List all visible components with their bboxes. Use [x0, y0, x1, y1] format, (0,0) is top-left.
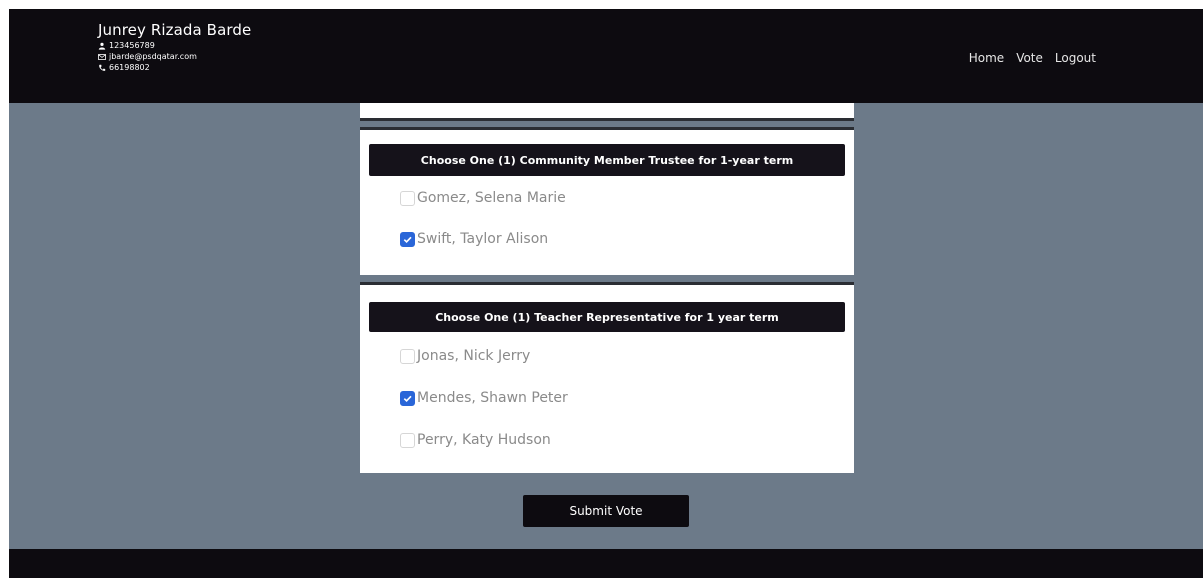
check-icon — [403, 395, 412, 402]
candidate-name: Jonas, Nick Jerry — [417, 348, 531, 364]
candidate-option[interactable]: Swift, Taylor Alison — [400, 229, 854, 249]
candidate-checkbox[interactable] — [400, 190, 415, 206]
nav-vote-link[interactable]: Vote — [1016, 51, 1043, 65]
candidate-checkbox[interactable] — [400, 432, 415, 448]
candidate-name: Gomez, Selena Marie — [417, 190, 566, 206]
ballot-title: Choose One (1) Teacher Representative fo… — [369, 302, 845, 332]
phone-icon — [98, 63, 109, 72]
nav-home-link[interactable]: Home — [969, 51, 1004, 65]
candidate-option[interactable]: Gomez, Selena Marie — [400, 188, 854, 208]
previous-ballot-card — [360, 103, 854, 121]
check-icon — [403, 236, 412, 243]
header-bar: Junrey Rizada Barde 123456789 jbarde@psd… — [9, 9, 1203, 103]
email-line: jbarde@psdqatar.com — [98, 52, 251, 61]
candidate-option[interactable]: Mendes, Shawn Peter — [400, 388, 854, 408]
phone-line: 66198802 — [98, 63, 251, 72]
user-id-line: 123456789 — [98, 41, 251, 50]
user-info: Junrey Rizada Barde 123456789 jbarde@psd… — [98, 21, 251, 72]
candidate-checkbox[interactable] — [400, 231, 415, 247]
top-nav: Home Vote Logout — [969, 51, 1096, 65]
user-phone: 66198802 — [109, 63, 150, 72]
candidate-option[interactable]: Perry, Katy Hudson — [400, 430, 854, 450]
candidate-checkbox[interactable] — [400, 348, 415, 364]
user-email: jbarde@psdqatar.com — [109, 52, 197, 61]
user-id: 123456789 — [109, 41, 155, 50]
candidate-name: Perry, Katy Hudson — [417, 432, 551, 448]
app-frame: Junrey Rizada Barde 123456789 jbarde@psd… — [9, 9, 1203, 578]
ballot-title: Choose One (1) Community Member Trustee … — [369, 144, 845, 176]
user-icon — [98, 41, 109, 50]
footer-bar — [9, 549, 1203, 578]
candidate-checkbox[interactable] — [400, 390, 415, 406]
candidate-name: Swift, Taylor Alison — [417, 231, 549, 247]
user-name: Junrey Rizada Barde — [98, 21, 252, 39]
nav-logout-link[interactable]: Logout — [1055, 51, 1096, 65]
submit-vote-button[interactable]: Submit Vote — [523, 495, 689, 527]
ballot-card-teacher-representative: Choose One (1) Teacher Representative fo… — [360, 282, 854, 473]
candidate-name: Mendes, Shawn Peter — [417, 390, 568, 406]
candidate-option[interactable]: Jonas, Nick Jerry — [400, 346, 854, 366]
ballot-card-community-trustee: Choose One (1) Community Member Trustee … — [360, 127, 854, 275]
mail-icon — [98, 52, 109, 61]
